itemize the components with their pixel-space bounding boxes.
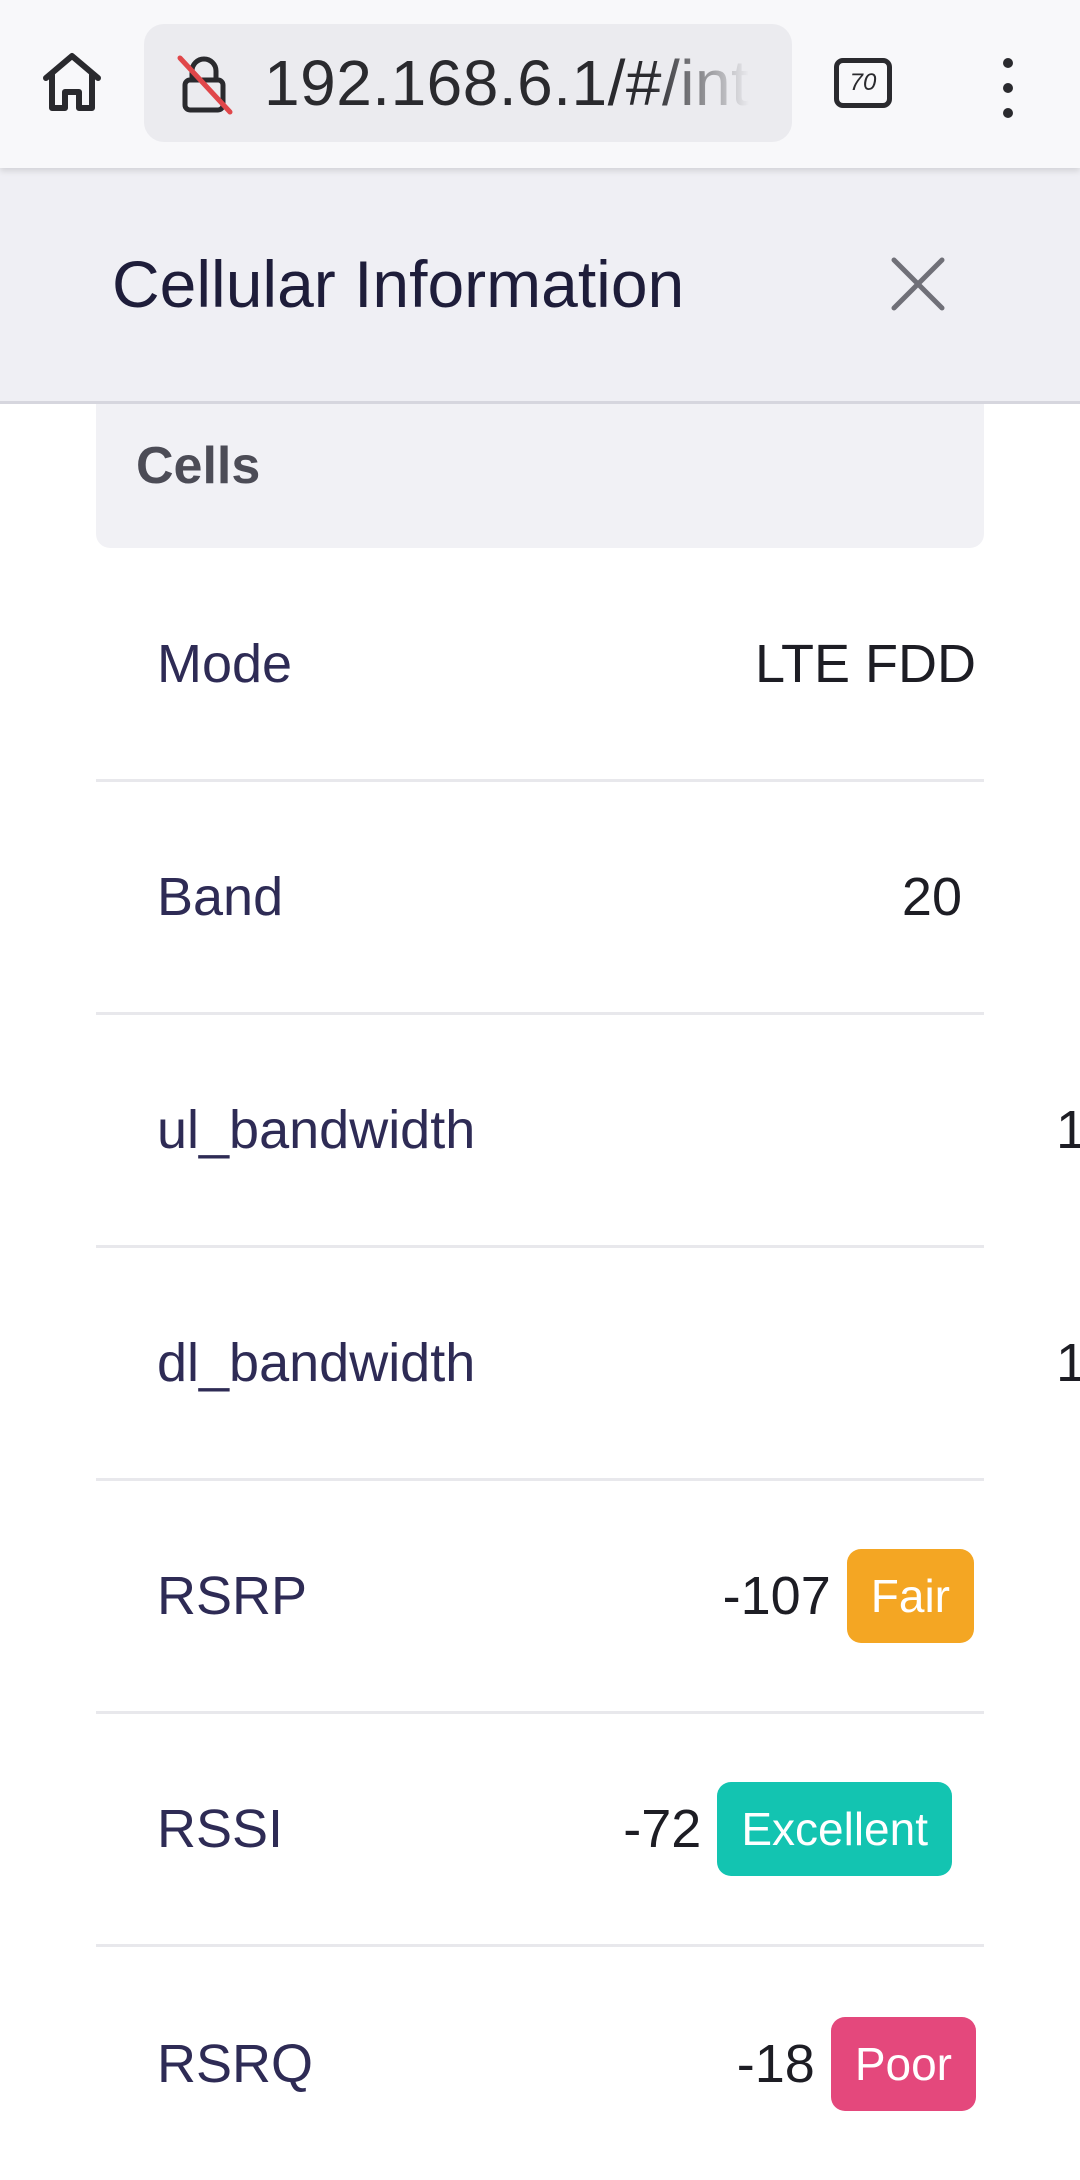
row-value: 1 [1056, 1098, 1080, 1162]
home-icon [43, 53, 101, 111]
row-dl-bandwidth: dl_bandwidth 1 [96, 1248, 1080, 1481]
value-text: LTE FDD [754, 633, 976, 694]
row-label: RSRP [157, 1566, 308, 1626]
row-label: Band [157, 867, 284, 927]
section-title: Cells [136, 437, 261, 495]
row-value: -107 Fair [723, 1549, 974, 1643]
status-badge: Fair [846, 1549, 974, 1643]
row-mode: Mode LTE FDD [96, 548, 984, 782]
browser-menu-button[interactable] [972, 52, 1044, 124]
value-text: -18 [736, 2033, 815, 2094]
close-icon [891, 257, 945, 311]
row-rsrq: RSRQ -18 Poor [96, 1947, 984, 2180]
row-value: -18 Poor [736, 2016, 976, 2111]
cell-info-list: Mode LTE FDD Band 20 ul_bandwidth 1 dl_b… [96, 548, 1080, 2180]
value-text: 1 [1056, 1333, 1080, 1393]
value-text: 1 [1056, 1100, 1080, 1160]
cells-section-header: Cells [96, 404, 984, 548]
row-rssi: RSSI -72 Excellent [96, 1714, 984, 1947]
insecure-lock-icon[interactable] [172, 52, 236, 116]
more-vertical-icon [1003, 58, 1013, 68]
row-rsrp: RSRP -107 Fair [96, 1481, 984, 1714]
row-value: 1 [1056, 1331, 1080, 1395]
row-label: Mode [157, 633, 293, 694]
value-text: -72 [623, 1799, 702, 1859]
tab-count: 70 [849, 69, 877, 96]
row-ul-bandwidth: ul_bandwidth 1 [96, 1015, 1080, 1248]
browser-toolbar: 192.168.6.1/#/int 70 [0, 0, 1080, 168]
row-label: ul_bandwidth [157, 1100, 476, 1160]
status-badge: Poor [830, 2016, 976, 2111]
row-value: -72 Excellent [623, 1782, 952, 1876]
tab-switcher-button[interactable]: 70 [834, 58, 892, 108]
row-band: Band 20 [96, 782, 984, 1015]
row-value: 20 [902, 865, 962, 929]
value-text: 20 [901, 867, 962, 927]
address-bar[interactable]: 192.168.6.1/#/int [144, 24, 792, 142]
modal-title: Cellular Information [112, 247, 685, 321]
row-label: RSSI [157, 1799, 284, 1859]
value-text: -107 [722, 1566, 831, 1626]
row-value: LTE FDD [755, 632, 976, 696]
row-label: dl_bandwidth [157, 1333, 476, 1393]
row-label: RSRQ [157, 2033, 314, 2094]
close-button[interactable] [888, 254, 948, 314]
status-badge: Excellent [717, 1782, 952, 1876]
home-button[interactable] [30, 40, 114, 124]
url-text: 192.168.6.1/#/int [264, 47, 750, 119]
